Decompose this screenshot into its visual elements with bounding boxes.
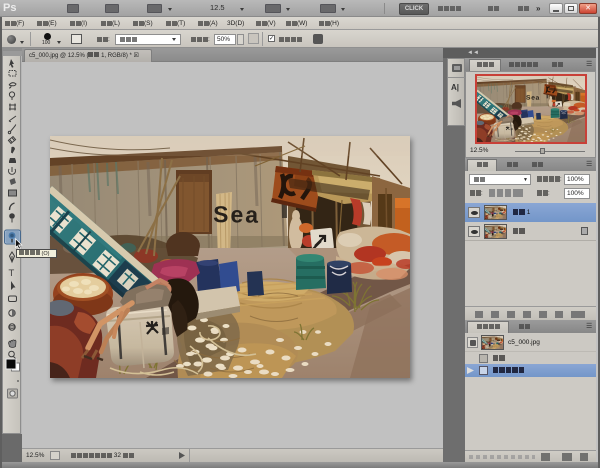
svg-text:T: T	[9, 268, 15, 279]
